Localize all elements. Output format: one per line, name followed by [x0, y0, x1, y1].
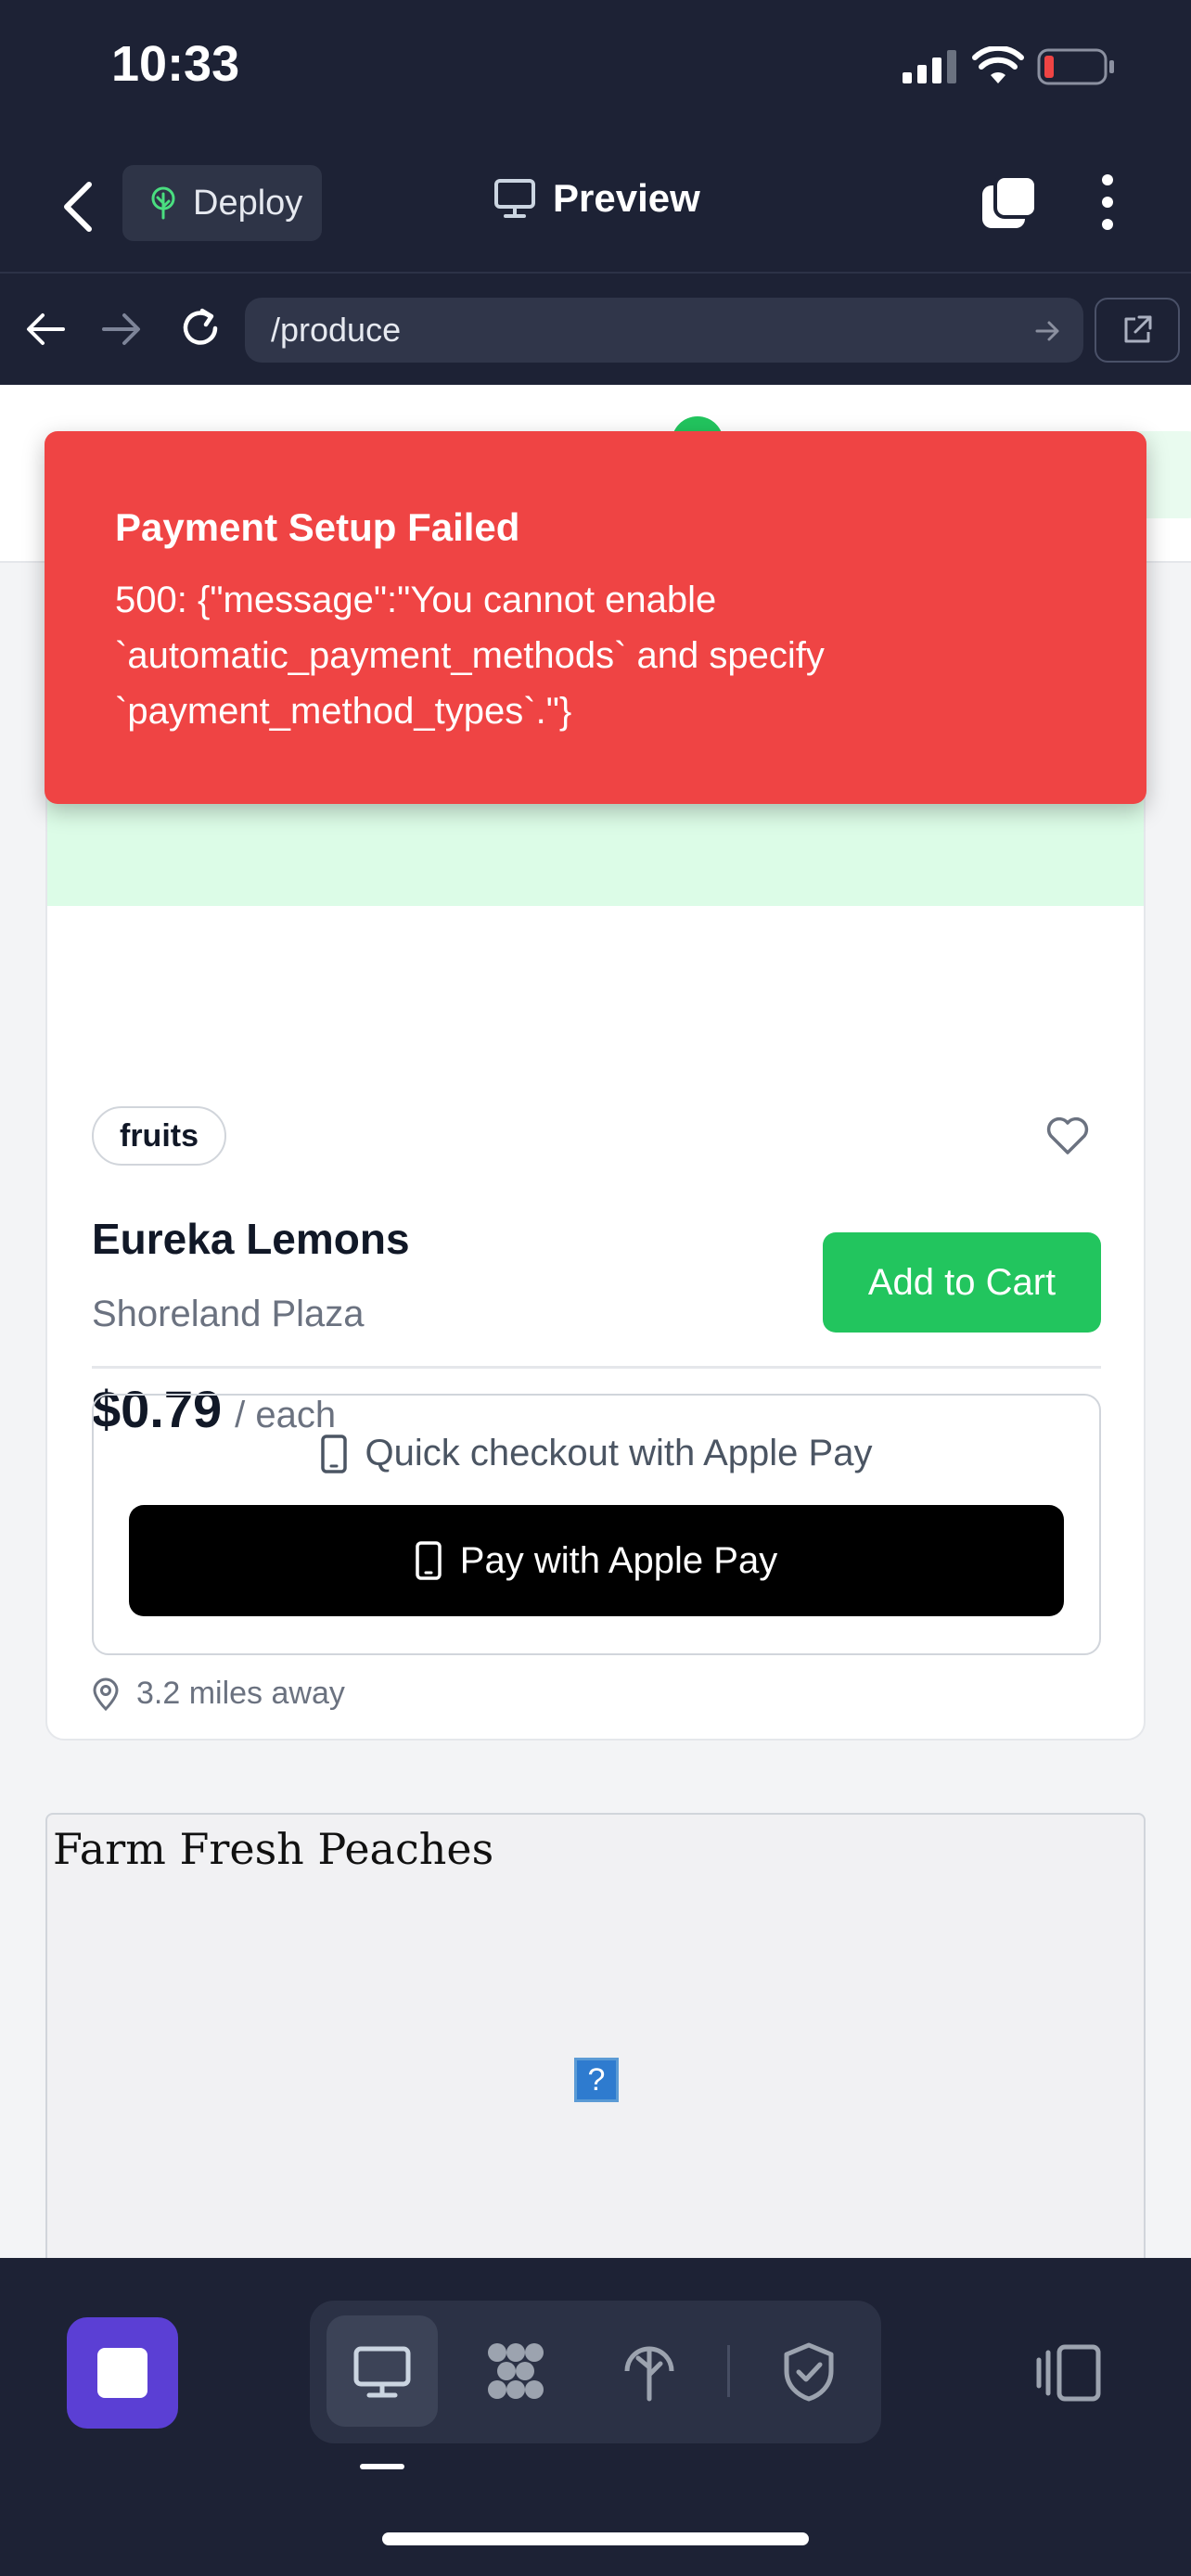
- product-card: Farm Fresh Peaches ?: [45, 1813, 1146, 2258]
- deploy-label: Deploy: [193, 183, 303, 223]
- heart-icon[interactable]: [1045, 1116, 1090, 1156]
- distance-text: 3.2 miles away: [136, 1676, 345, 1711]
- phone-icon: [320, 1434, 347, 1473]
- divider: [92, 1366, 1101, 1369]
- shield-check-icon: [784, 2342, 834, 2402]
- signal-icon: [903, 50, 956, 83]
- product-name: Eureka Lemons: [92, 1215, 410, 1263]
- reload-icon[interactable]: [178, 306, 223, 351]
- tool-separator: [727, 2345, 730, 2397]
- battery-icon: [1037, 48, 1114, 85]
- home-indicator: [382, 2532, 809, 2545]
- category-tag: fruits: [92, 1106, 226, 1166]
- apple-pay-caption: Quick checkout with Apple Pay: [94, 1433, 1099, 1474]
- tool-group: [310, 2301, 881, 2443]
- external-link-icon: [1124, 315, 1152, 343]
- deploy-tree-icon: [151, 186, 175, 220]
- product-name: Farm Fresh Peaches: [53, 1824, 494, 1874]
- distance-row: 3.2 miles away: [92, 1676, 345, 1712]
- preview-title: Preview: [493, 176, 700, 221]
- arrow-left-icon[interactable]: [26, 312, 65, 346]
- store-name: Shoreland Plaza: [92, 1294, 365, 1334]
- cluster-tool-button[interactable]: [460, 2315, 571, 2427]
- browser-toolbar: /produce: [0, 275, 1191, 385]
- url-text: /produce: [271, 311, 402, 349]
- square-icon: [97, 2348, 147, 2398]
- back-chevron-icon[interactable]: [58, 181, 100, 233]
- deploy-tool-button[interactable]: [594, 2315, 705, 2427]
- deploy-button[interactable]: Deploy: [122, 165, 322, 241]
- cluster-icon: [488, 2343, 544, 2399]
- wifi-icon: [972, 46, 1024, 83]
- map-pin-icon: [93, 1677, 119, 1711]
- error-toast[interactable]: Payment Setup Failed 500: {"message":"Yo…: [45, 431, 1146, 804]
- preview-label: Preview: [553, 176, 700, 220]
- go-arrow-icon[interactable]: [1035, 320, 1061, 342]
- monitor-tool-button[interactable]: [327, 2315, 438, 2427]
- active-tool-indicator: [360, 2464, 404, 2469]
- broken-image-icon: ?: [574, 2058, 619, 2102]
- deploy-tree-icon: [624, 2346, 674, 2402]
- apple-pay-caption-text: Quick checkout with Apple Pay: [365, 1433, 873, 1473]
- tabs-icon[interactable]: [980, 174, 1038, 232]
- arrow-right-icon[interactable]: [102, 312, 141, 346]
- app-launcher-button[interactable]: [67, 2317, 178, 2429]
- apple-pay-section: Quick checkout with Apple Pay Pay with A…: [92, 1394, 1101, 1655]
- monitor-icon: [353, 2346, 411, 2398]
- add-to-cart-button[interactable]: Add to Cart: [823, 1232, 1101, 1333]
- status-bar: 10:33: [0, 0, 1191, 139]
- apple-pay-button-label: Pay with Apple Pay: [459, 1539, 778, 1581]
- monitor-icon: [494, 179, 535, 218]
- toast-message: 500: {"message":"You cannot enable `auto…: [115, 580, 825, 732]
- panel-toggle-icon[interactable]: [1035, 2343, 1102, 2403]
- apple-pay-button[interactable]: Pay with Apple Pay: [129, 1505, 1064, 1616]
- more-vertical-icon[interactable]: [1095, 172, 1121, 232]
- app-header: Deploy Preview: [0, 139, 1191, 274]
- url-field[interactable]: /produce: [245, 298, 1083, 363]
- status-time: 10:33: [111, 36, 240, 92]
- open-external-button[interactable]: [1095, 298, 1180, 363]
- security-tool-button[interactable]: [753, 2315, 864, 2427]
- phone-icon: [416, 1541, 442, 1580]
- toast-title: Payment Setup Failed: [115, 505, 520, 549]
- bottom-dock: [0, 2258, 1191, 2576]
